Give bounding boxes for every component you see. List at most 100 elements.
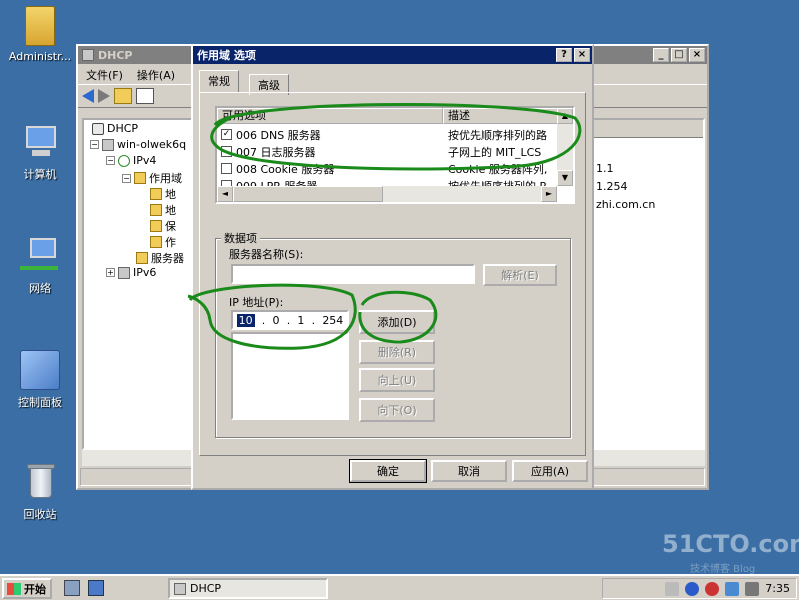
remove-button[interactable]: 删除(R) — [359, 340, 435, 364]
move-up-button[interactable]: 向上(U) — [359, 368, 435, 392]
scroll-down-icon[interactable]: ▼ — [557, 170, 573, 186]
server-name-label: 服务器名称(S): — [229, 248, 304, 261]
keyboard-icon[interactable] — [665, 581, 680, 596]
maximize-button[interactable]: □ — [671, 48, 687, 62]
tree-item-ipv4[interactable]: − IPv4 — [106, 154, 156, 167]
option-row[interactable]: ✓ 006 DNS 服务器 按优先顺序排列的路 — [221, 126, 561, 143]
ipv6-icon — [118, 266, 130, 279]
dialog-title: 作用域 选项 — [197, 49, 256, 62]
cancel-button[interactable]: 取消 — [431, 460, 507, 482]
server-icon — [102, 138, 114, 151]
help-button[interactable]: ? — [556, 48, 572, 62]
move-down-button[interactable]: 向下(O) — [359, 398, 435, 422]
dhcp-app-icon — [174, 582, 186, 595]
up-folder-icon[interactable] — [114, 88, 132, 104]
option-row[interactable]: 007 日志服务器 子网上的 MIT_LCS — [221, 143, 561, 160]
scope-options-dialog[interactable]: 作用域 选项 ? × 常规 高级 可用选项 描述 ✓ 006 DNS 服务器 按… — [191, 44, 594, 490]
ok-button[interactable]: 确定 — [349, 459, 427, 483]
folder-icon — [136, 252, 148, 264]
ip-octet-2[interactable]: 0 — [273, 314, 280, 327]
taskbar-dhcp-button[interactable]: DHCP — [168, 578, 328, 599]
option-checkbox[interactable]: ✓ — [221, 129, 232, 140]
collapse-icon[interactable]: − — [122, 173, 131, 183]
column-header-option[interactable]: 可用选项 — [217, 108, 443, 124]
folder-icon — [150, 220, 162, 232]
ip-octet-1[interactable]: 10 — [236, 313, 255, 327]
scroll-thumb[interactable] — [233, 186, 383, 202]
resolve-button[interactable]: 解析(E) — [483, 264, 557, 286]
server-manager-icon[interactable] — [64, 580, 80, 596]
desktop-icon-administrator[interactable]: Administr... — [0, 6, 80, 63]
dialog-titlebar[interactable]: 作用域 选项 ? × — [193, 46, 592, 64]
options-horizontal-scrollbar[interactable]: ◄ ► — [217, 186, 557, 202]
dialog-close-button[interactable]: × — [574, 48, 590, 62]
help-icon[interactable] — [685, 581, 700, 596]
scroll-up-icon[interactable]: ▲ — [557, 108, 573, 124]
folder-icon — [25, 6, 55, 46]
expand-icon[interactable]: + — [106, 268, 115, 277]
tree-item-server[interactable]: − win-olwek6q — [90, 138, 186, 151]
column-header-description[interactable]: 描述 — [443, 108, 559, 124]
network-status-icon[interactable] — [725, 581, 740, 596]
tree-item-reservations[interactable]: 保 — [150, 218, 176, 234]
options-vertical-scrollbar[interactable]: ▲ ▼ — [557, 108, 573, 186]
tree-item-scope-options[interactable]: 作 — [150, 234, 176, 250]
details-value: 1.254 — [596, 180, 628, 193]
system-tray: 7:35 — [602, 578, 797, 599]
scroll-right-icon[interactable]: ► — [541, 186, 557, 202]
tree-item-server-options[interactable]: 服务器 — [136, 250, 184, 266]
options-list[interactable]: 可用选项 描述 ✓ 006 DNS 服务器 按优先顺序排列的路 007 日志服务… — [215, 106, 575, 204]
tree-item-dhcp[interactable]: DHCP — [92, 122, 138, 135]
option-row[interactable]: 008 Cookie 服务器 Cookie 服务器阵列, — [221, 160, 561, 177]
add-button[interactable]: 添加(D) — [359, 310, 435, 334]
minimize-button[interactable]: _ — [653, 48, 669, 62]
folder-icon — [150, 236, 162, 248]
option-checkbox[interactable] — [221, 146, 232, 157]
clock[interactable]: 7:35 — [765, 582, 790, 595]
desktop-icon-label: 回收站 — [23, 508, 57, 521]
tree-item-scope[interactable]: − 作用域 — [122, 170, 182, 186]
desktop-icon-label: Administr... — [8, 50, 72, 63]
ip-address-list[interactable] — [231, 332, 349, 420]
back-arrow-icon[interactable] — [82, 89, 94, 103]
desktop-icon-network[interactable]: 网络 — [0, 236, 80, 296]
option-checkbox[interactable] — [221, 163, 232, 174]
desktop-icon-label: 计算机 — [23, 168, 57, 181]
ip-address-input[interactable]: 10. 0. 1. 254 — [231, 310, 349, 330]
desktop-icon-label: 控制面板 — [18, 396, 62, 409]
collapse-icon[interactable]: − — [90, 140, 99, 149]
desktop-icon-computer[interactable]: 计算机 — [0, 122, 80, 182]
details-pane[interactable]: 1.1 1.254 zhi.com.cn — [586, 118, 705, 450]
tree-item-address-leases[interactable]: 地 — [150, 202, 176, 218]
menu-action[interactable]: 操作(A) — [137, 67, 175, 82]
tree-pane[interactable]: DHCP − win-olwek6q − IPv4 − 作用域 地 地 保 作 服务器… — [82, 118, 194, 450]
apply-button[interactable]: 应用(A) — [512, 460, 588, 482]
dhcp-icon — [92, 122, 104, 135]
tab-general[interactable]: 常规 — [199, 70, 239, 92]
show-desktop-icon[interactable] — [88, 580, 104, 596]
scroll-left-icon[interactable]: ◄ — [217, 186, 233, 202]
volume-icon[interactable] — [745, 581, 760, 596]
menu-file[interactable]: 文件(F) — [86, 67, 123, 82]
folder-icon — [150, 204, 162, 216]
details-value: zhi.com.cn — [596, 198, 656, 211]
tree-item-ipv6[interactable]: + IPv6 — [106, 266, 156, 279]
forward-arrow-icon[interactable] — [98, 89, 110, 103]
start-button[interactable]: 开始 — [2, 578, 52, 599]
dhcp-window-title: DHCP — [98, 48, 133, 62]
ipv4-icon — [118, 154, 130, 167]
windows-logo-icon — [7, 582, 21, 595]
server-name-input[interactable] — [231, 264, 475, 284]
security-icon[interactable] — [705, 581, 720, 596]
watermark-subtitle: 技术博客 Blog — [690, 564, 756, 575]
show-tree-icon[interactable] — [136, 88, 154, 104]
ip-octet-3[interactable]: 1 — [297, 314, 304, 327]
ip-octet-4[interactable]: 254 — [322, 314, 343, 327]
desktop-icon-recycle-bin[interactable]: 回收站 — [0, 462, 80, 522]
collapse-icon[interactable]: − — [106, 156, 115, 165]
watermark-logo: 51CTO.com — [662, 530, 799, 558]
ip-address-label: IP 地址(P): — [229, 296, 284, 309]
tree-item-address-pool[interactable]: 地 — [150, 186, 176, 202]
close-button[interactable]: × — [689, 48, 705, 62]
desktop-icon-control-panel[interactable]: 控制面板 — [0, 350, 80, 410]
